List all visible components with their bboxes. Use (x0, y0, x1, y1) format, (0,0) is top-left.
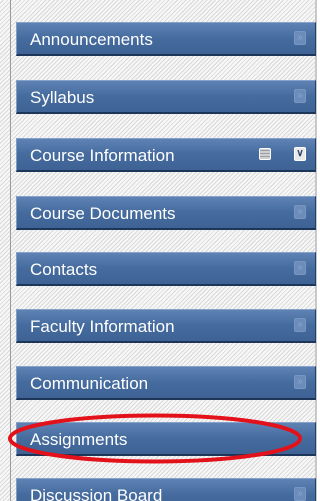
menu-item-label: Course Documents (30, 204, 176, 223)
menu-item-label: Contacts (30, 260, 98, 279)
chevron-down-icon[interactable]: ∨ (294, 147, 306, 161)
chevron-down-icon[interactable]: » (294, 31, 306, 45)
panel-left-border (10, 0, 11, 501)
chevron-down-icon[interactable]: » (294, 375, 306, 389)
menu-item-label: Communication (30, 374, 149, 393)
menu-item-syllabus[interactable]: Syllabus » (16, 80, 316, 114)
menu-item-course-information[interactable]: Course Information ∨ (16, 138, 316, 172)
menu-item-contacts[interactable]: Contacts » (16, 252, 316, 286)
menu-item-faculty-information[interactable]: Faculty Information » (16, 309, 316, 343)
menu-item-discussion-board[interactable]: Discussion Board » (16, 478, 316, 501)
menu-item-course-documents[interactable]: Course Documents » (16, 196, 316, 230)
menu-item-label: Course Information (30, 146, 175, 165)
menu-item-label: Announcements (30, 30, 153, 49)
chevron-down-icon[interactable]: » (294, 318, 306, 332)
menu-item-assignments[interactable]: Assignments (16, 422, 316, 456)
menu-item-communication[interactable]: Communication » (16, 366, 316, 400)
menu-item-announcements[interactable]: Announcements » (16, 22, 316, 56)
menu-item-label: Faculty Information (30, 317, 175, 336)
menu-item-label: Syllabus (30, 88, 95, 107)
chevron-down-icon[interactable]: » (294, 89, 306, 103)
menu-item-label: Discussion Board (30, 486, 163, 501)
chevron-down-icon[interactable]: » (294, 487, 306, 501)
options-icon[interactable] (259, 148, 271, 160)
chevron-down-icon[interactable]: » (294, 205, 306, 219)
course-menu-panel: Announcements » Syllabus » Course Inform… (0, 0, 317, 501)
menu-item-label: Assignments (30, 430, 128, 449)
chevron-down-icon[interactable]: » (294, 261, 306, 275)
